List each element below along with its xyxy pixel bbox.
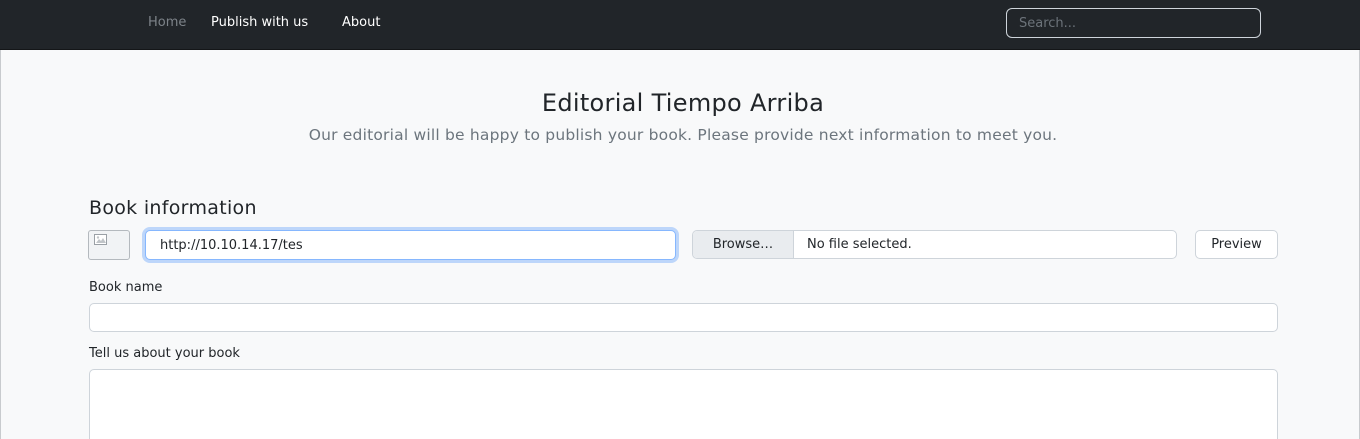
file-status-text: No file selected. bbox=[807, 237, 912, 252]
page-title: Editorial Tiempo Arriba bbox=[541, 89, 825, 117]
nav-publish-link[interactable]: Publish with us bbox=[211, 15, 308, 31]
book-name-input[interactable] bbox=[89, 303, 1278, 332]
top-navbar: Home Publish with us About bbox=[0, 0, 1360, 50]
page-subtitle: Our editorial will be happy to publish y… bbox=[308, 126, 1058, 144]
preview-button[interactable]: Preview bbox=[1195, 230, 1278, 259]
cover-file-input[interactable]: Browse… No file selected. bbox=[692, 230, 1177, 259]
book-name-label: Book name bbox=[89, 280, 163, 295]
book-description-textarea[interactable] bbox=[89, 369, 1278, 439]
nav-about-link[interactable]: About bbox=[342, 15, 380, 31]
search-input[interactable] bbox=[1006, 8, 1261, 38]
browse-button[interactable]: Browse… bbox=[693, 231, 794, 258]
section-title-book-information: Book information bbox=[89, 197, 257, 219]
nav-home-link[interactable]: Home bbox=[148, 15, 186, 31]
book-description-label: Tell us about your book bbox=[89, 346, 240, 361]
cover-preview-image bbox=[88, 230, 130, 260]
cover-url-input[interactable] bbox=[145, 230, 676, 260]
